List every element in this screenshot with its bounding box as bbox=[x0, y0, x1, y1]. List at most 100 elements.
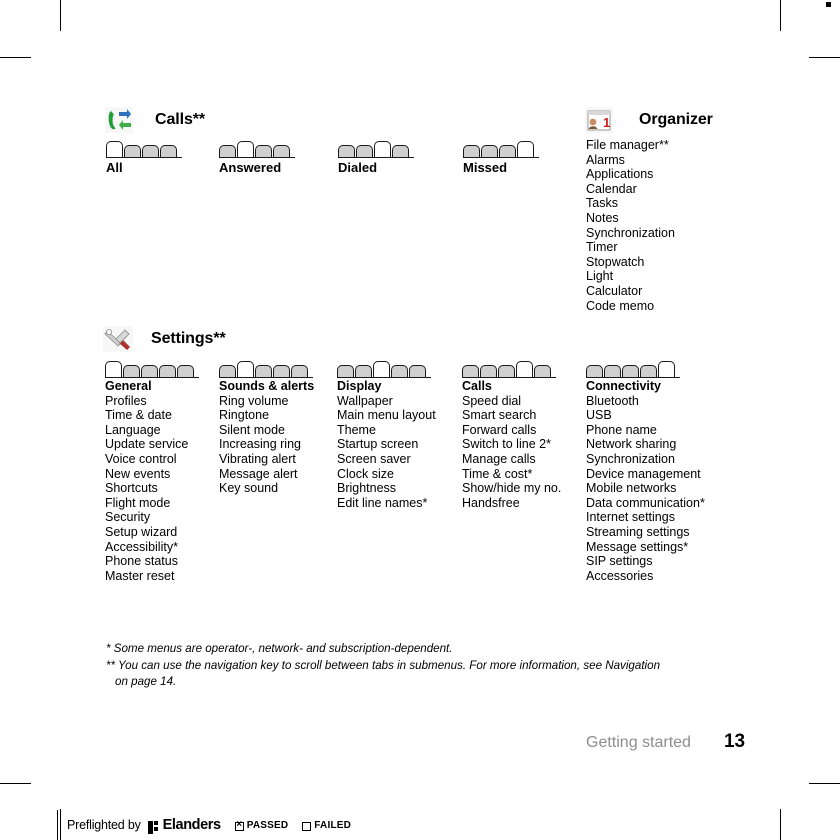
tabstrip[interactable] bbox=[462, 361, 556, 377]
tab-item[interactable] bbox=[534, 365, 551, 377]
tabstrip[interactable] bbox=[106, 141, 182, 157]
tab-item[interactable] bbox=[622, 365, 639, 377]
tab-item[interactable] bbox=[219, 365, 236, 377]
list-item[interactable]: Ringtone bbox=[219, 408, 314, 423]
list-item[interactable]: Profiles bbox=[105, 394, 188, 409]
list-item[interactable]: Forward calls bbox=[462, 423, 561, 438]
tab-item[interactable] bbox=[106, 141, 123, 157]
tab-item[interactable] bbox=[123, 365, 140, 377]
calls-tab-group-missed[interactable]: Missed bbox=[463, 141, 539, 175]
list-item[interactable]: Tasks bbox=[586, 196, 675, 211]
tab-item[interactable] bbox=[516, 361, 533, 377]
tab-item[interactable] bbox=[159, 365, 176, 377]
tab-item[interactable] bbox=[499, 145, 516, 157]
list-item[interactable]: Code memo bbox=[586, 299, 675, 314]
list-item[interactable]: Show/hide my no. bbox=[462, 481, 561, 496]
tabstrip[interactable] bbox=[337, 361, 431, 377]
tabstrip[interactable] bbox=[338, 141, 414, 157]
tab-item[interactable] bbox=[338, 145, 355, 157]
tab-item[interactable] bbox=[640, 365, 657, 377]
tab-item[interactable] bbox=[373, 361, 390, 377]
list-item[interactable]: Main menu layout bbox=[337, 408, 436, 423]
list-item[interactable]: Synchronization bbox=[586, 452, 705, 467]
tab-item[interactable] bbox=[255, 365, 272, 377]
tabstrip[interactable] bbox=[219, 141, 295, 157]
calls-tab-group-all[interactable]: All bbox=[106, 141, 182, 175]
list-item[interactable]: Silent mode bbox=[219, 423, 314, 438]
list-item[interactable]: Setup wizard bbox=[105, 525, 188, 540]
list-item[interactable]: Synchronization bbox=[586, 226, 675, 241]
tab-item[interactable] bbox=[374, 141, 391, 157]
list-item[interactable]: Increasing ring bbox=[219, 437, 314, 452]
tab-item[interactable] bbox=[142, 145, 159, 157]
list-item[interactable]: Smart search bbox=[462, 408, 561, 423]
list-item[interactable]: Switch to line 2* bbox=[462, 437, 561, 452]
tab-item[interactable] bbox=[517, 141, 534, 157]
list-item[interactable]: Flight mode bbox=[105, 496, 188, 511]
list-item[interactable]: Bluetooth bbox=[586, 394, 705, 409]
tab-item[interactable] bbox=[177, 365, 194, 377]
list-item[interactable]: Phone status bbox=[105, 554, 188, 569]
list-item[interactable]: Phone name bbox=[586, 423, 705, 438]
list-item[interactable]: Notes bbox=[586, 211, 675, 226]
list-item[interactable]: Timer bbox=[586, 240, 675, 255]
list-item[interactable]: Network sharing bbox=[586, 437, 705, 452]
list-item[interactable]: Wallpaper bbox=[337, 394, 436, 409]
calls-tab-group-dialed[interactable]: Dialed bbox=[338, 141, 414, 175]
tab-item[interactable] bbox=[337, 365, 354, 377]
list-item[interactable]: Calendar bbox=[586, 182, 675, 197]
tab-item[interactable] bbox=[481, 145, 498, 157]
tab-item[interactable] bbox=[391, 365, 408, 377]
tab-item[interactable] bbox=[463, 145, 480, 157]
list-item[interactable]: Applications bbox=[586, 167, 675, 182]
list-item[interactable]: Master reset bbox=[105, 569, 188, 584]
tab-item[interactable] bbox=[291, 365, 308, 377]
list-item[interactable]: USB bbox=[586, 408, 705, 423]
list-item[interactable]: Light bbox=[586, 269, 675, 284]
list-item[interactable]: Screen saver bbox=[337, 452, 436, 467]
list-item[interactable]: SIP settings bbox=[586, 554, 705, 569]
tab-item[interactable] bbox=[237, 361, 254, 377]
tab-item[interactable] bbox=[355, 365, 372, 377]
tab-item[interactable] bbox=[237, 141, 254, 157]
tab-item[interactable] bbox=[392, 145, 409, 157]
list-item[interactable]: Time & date bbox=[105, 408, 188, 423]
list-item[interactable]: Manage calls bbox=[462, 452, 561, 467]
list-item[interactable]: Speed dial bbox=[462, 394, 561, 409]
list-item[interactable]: Shortcuts bbox=[105, 481, 188, 496]
tabstrip[interactable] bbox=[586, 361, 680, 377]
list-item[interactable]: Key sound bbox=[219, 481, 314, 496]
list-item[interactable]: Handsfree bbox=[462, 496, 561, 511]
list-item[interactable]: Time & cost* bbox=[462, 467, 561, 482]
tab-item[interactable] bbox=[105, 361, 122, 377]
list-item[interactable]: Calculator bbox=[586, 284, 675, 299]
passed-checkbox[interactable] bbox=[234, 819, 244, 831]
tabstrip[interactable] bbox=[219, 361, 313, 377]
list-item[interactable]: Data communication* bbox=[586, 496, 705, 511]
list-item[interactable]: Message alert bbox=[219, 467, 314, 482]
list-item[interactable]: Brightness bbox=[337, 481, 436, 496]
list-item[interactable]: Security bbox=[105, 510, 188, 525]
tab-item[interactable] bbox=[160, 145, 177, 157]
tab-item[interactable] bbox=[409, 365, 426, 377]
list-item[interactable]: Device management bbox=[586, 467, 705, 482]
list-item[interactable]: Voice control bbox=[105, 452, 188, 467]
list-item[interactable]: Alarms bbox=[586, 153, 675, 168]
tab-item[interactable] bbox=[141, 365, 158, 377]
calls-tab-group-answered[interactable]: Answered bbox=[219, 141, 295, 175]
list-item[interactable]: Startup screen bbox=[337, 437, 436, 452]
tab-item[interactable] bbox=[586, 365, 603, 377]
tab-item[interactable] bbox=[480, 365, 497, 377]
list-item[interactable]: File manager** bbox=[586, 138, 675, 153]
list-item[interactable]: Theme bbox=[337, 423, 436, 438]
tab-item[interactable] bbox=[604, 365, 621, 377]
list-item[interactable]: Accessibility* bbox=[105, 540, 188, 555]
list-item[interactable]: Language bbox=[105, 423, 188, 438]
list-item[interactable]: Mobile networks bbox=[586, 481, 705, 496]
list-item[interactable]: Message settings* bbox=[586, 540, 705, 555]
tab-item[interactable] bbox=[255, 145, 272, 157]
tabstrip[interactable] bbox=[105, 361, 199, 377]
list-item[interactable]: Vibrating alert bbox=[219, 452, 314, 467]
tabstrip[interactable] bbox=[463, 141, 539, 157]
tab-item[interactable] bbox=[124, 145, 141, 157]
